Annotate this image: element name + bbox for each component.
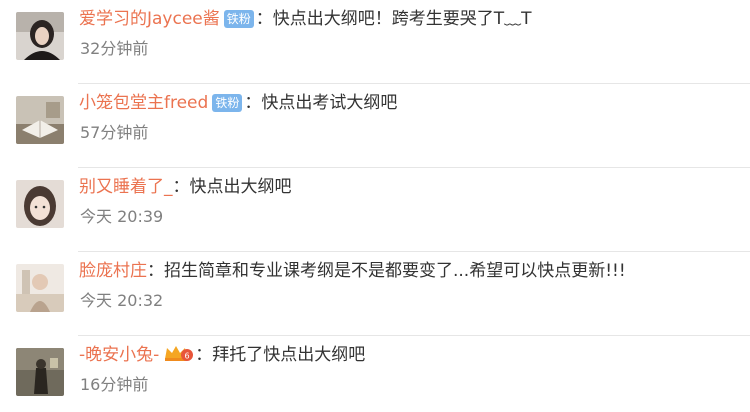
user-avatar[interactable] bbox=[16, 12, 64, 60]
comment-item: 别又睡着了_：快点出大纲吧 今天 20:39 bbox=[0, 168, 750, 252]
fan-badge[interactable]: 铁粉 bbox=[212, 94, 243, 112]
username-link[interactable]: 小笼包堂主freed bbox=[79, 93, 208, 113]
comment-item: 脸庞村庄：招生简章和专业课考纲是不是都要变了...希望可以快点更新!!! 今天 … bbox=[0, 252, 750, 336]
comment-line: 小笼包堂主freed 铁粉 ：快点出考试大纲吧 bbox=[79, 90, 397, 116]
comment-line: 脸庞村庄：招生简章和专业课考纲是不是都要变了...希望可以快点更新!!! bbox=[79, 258, 626, 284]
comment-text: 快点出大纲吧！跨考生要哭了T﹏T bbox=[272, 9, 532, 29]
comment-line: 爱学习的Jaycee酱 铁粉 ：快点出大纲吧！跨考生要哭了T﹏T bbox=[79, 6, 532, 32]
colon: ： bbox=[172, 177, 190, 197]
comment-text: 快点出大纲吧 bbox=[189, 177, 292, 197]
comment-text: 快点出考试大纲吧 bbox=[261, 93, 398, 113]
user-avatar[interactable] bbox=[16, 96, 64, 144]
colon: ： bbox=[147, 261, 164, 281]
username-link[interactable]: -晚安小兔- bbox=[79, 345, 159, 365]
comment-line: 别又睡着了_：快点出大纲吧 bbox=[79, 174, 292, 200]
vip-crown-icon[interactable]: 6 bbox=[163, 343, 194, 371]
comment-timestamp: 今天 20:39 bbox=[80, 207, 164, 226]
user-avatar[interactable] bbox=[16, 348, 64, 396]
comment-item: 小笼包堂主freed 铁粉 ：快点出考试大纲吧 57分钟前 bbox=[0, 84, 750, 168]
user-avatar[interactable] bbox=[16, 264, 64, 312]
username-link[interactable]: 爱学习的Jaycee酱 bbox=[79, 9, 220, 29]
comment-list: 爱学习的Jaycee酱 铁粉 ：快点出大纲吧！跨考生要哭了T﹏T 32分钟前 小笼包… bbox=[0, 0, 750, 412]
svg-text:6: 6 bbox=[185, 352, 190, 361]
comment-line: -晚安小兔- 6 ：拜托了快点出大纲吧 bbox=[79, 342, 365, 368]
username-link[interactable]: 别又睡着了_ bbox=[79, 177, 173, 197]
comment-item: -晚安小兔- 6 ：拜托了快点出大纲吧 16分钟前 bbox=[0, 336, 750, 412]
username-link[interactable]: 脸庞村庄 bbox=[79, 261, 147, 281]
user-avatar[interactable] bbox=[16, 180, 64, 228]
comment-item: 爱学习的Jaycee酱 铁粉 ：快点出大纲吧！跨考生要哭了T﹏T 32分钟前 bbox=[0, 0, 750, 84]
comment-text: 拜托了快点出大纲吧 bbox=[212, 345, 366, 365]
colon: ： bbox=[244, 93, 262, 113]
comment-timestamp: 16分钟前 bbox=[80, 375, 149, 394]
colon: ： bbox=[255, 9, 273, 29]
fan-badge[interactable]: 铁粉 bbox=[223, 10, 254, 28]
comment-timestamp: 今天 20:32 bbox=[80, 291, 164, 310]
comment-timestamp: 32分钟前 bbox=[80, 39, 149, 58]
comment-text: 招生简章和专业课考纲是不是都要变了...希望可以快点更新!!! bbox=[164, 261, 626, 281]
colon: ： bbox=[195, 345, 213, 365]
comment-timestamp: 57分钟前 bbox=[80, 123, 149, 142]
